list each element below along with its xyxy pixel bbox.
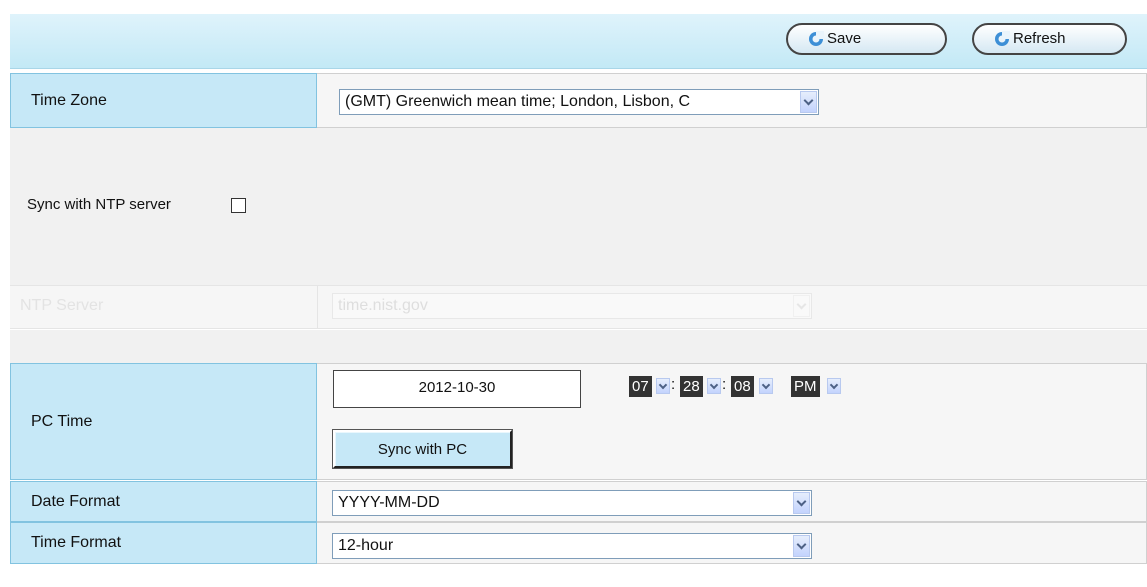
ntp-sync-checkbox[interactable]	[231, 198, 246, 213]
time-zone-row: Time Zone (GMT) Greenwich mean time; Lon…	[10, 73, 1147, 128]
ntp-server-label: NTP Server	[20, 297, 104, 314]
chevron-down-icon	[656, 378, 670, 394]
pc-date-input[interactable]: 2012-10-30	[333, 370, 581, 408]
spacer	[10, 330, 1147, 363]
ntp-sync-row: Sync with NTP server	[10, 128, 1147, 285]
chevron-down-icon	[759, 378, 773, 394]
refresh-button[interactable]: Refresh	[972, 23, 1127, 55]
refresh-icon	[995, 31, 1010, 46]
pc-time-label: PC Time	[31, 412, 93, 430]
chevron-down-icon	[793, 535, 810, 557]
date-format-select[interactable]: YYYY-MM-DD	[332, 490, 812, 516]
time-zone-label: Time Zone	[31, 91, 107, 109]
ntp-server-select[interactable]: time.nist.gov	[332, 293, 812, 319]
save-label: Save	[827, 30, 862, 47]
chevron-down-icon	[793, 295, 810, 317]
time-format-row: Time Format 12-hour	[10, 522, 1147, 564]
chevron-down-icon	[793, 492, 810, 514]
chevron-down-icon	[800, 91, 817, 113]
refresh-icon	[809, 31, 824, 46]
ntp-server-row: NTP Server time.nist.gov	[10, 285, 1147, 329]
pc-time-row: PC Time 2012-10-30 07 : 28 : 08 PM Sync …	[10, 363, 1147, 480]
sync-with-pc-button[interactable]: Sync with PC	[333, 430, 512, 468]
toolbar: Save Refresh	[10, 14, 1147, 69]
time-zone-select[interactable]: (GMT) Greenwich mean time; London, Lisbo…	[339, 89, 819, 115]
save-button[interactable]: Save	[786, 23, 947, 55]
date-format-label: Date Format	[31, 492, 120, 510]
chevron-down-icon	[707, 378, 721, 394]
date-format-row: Date Format YYYY-MM-DD	[10, 481, 1147, 522]
ntp-sync-label: Sync with NTP server	[27, 196, 171, 213]
time-format-select[interactable]: 12-hour	[332, 533, 812, 559]
refresh-label: Refresh	[1013, 30, 1066, 47]
chevron-down-icon	[827, 378, 841, 394]
time-format-label: Time Format	[31, 534, 122, 551]
